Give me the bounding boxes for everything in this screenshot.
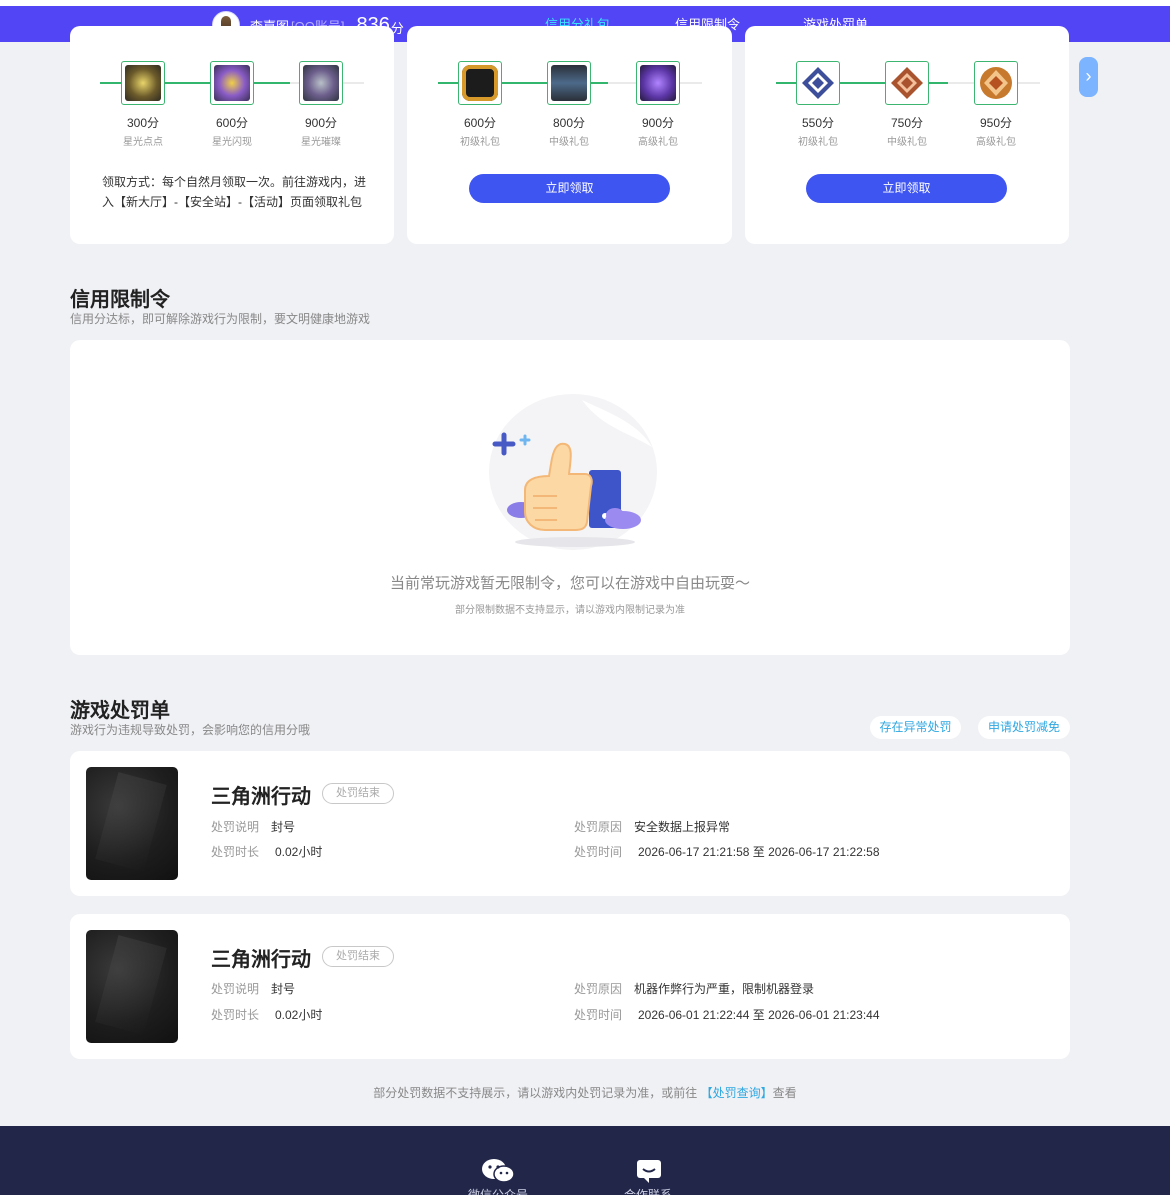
time-value: 2026-06-17 21:21:58 至 2026-06-17 21:22:5… — [638, 845, 880, 859]
gift-item[interactable]: 600分 初级礼包 — [458, 61, 502, 148]
gift-name: 星光璀璨 — [301, 137, 341, 148]
reason-value: 安全数据上报异常 — [634, 820, 731, 834]
gift-thumb — [796, 61, 840, 105]
gift-name: 高级礼包 — [638, 137, 678, 148]
chevron-right-icon[interactable]: › — [1079, 57, 1098, 97]
gift-points: 800分 — [552, 116, 586, 130]
section-subtitle-penalty: 游戏行为违规导致处罚，会影响您的信用分哦 — [70, 723, 311, 737]
gift-points: 600分 — [215, 116, 249, 130]
reason-label: 处罚原因 — [574, 820, 623, 834]
desc-value: 封号 — [271, 982, 296, 996]
gift-thumb — [458, 61, 502, 105]
gift-name: 初级礼包 — [460, 137, 500, 148]
footnote-text: 部分处罚数据不支持展示，请以游戏内处罚记录为准，或前往 — [373, 1086, 698, 1100]
gift-item[interactable]: 800分 中级礼包 — [547, 61, 591, 148]
section-title-penalty: 游戏处罚单 — [70, 700, 170, 722]
gift-thumb — [547, 61, 591, 105]
gift-item[interactable]: 750分 中级礼包 — [885, 61, 929, 148]
penalty-record: 三角洲行动 处罚结束 处罚说明 封号 处罚时长 0.02小时 处罚原因 安全数据… — [70, 751, 1070, 896]
footer: 微信公众号 合作联系 — [0, 1126, 1170, 1195]
time-label: 处罚时间 — [574, 1008, 623, 1022]
section-title-restriction: 信用限制令 — [70, 289, 170, 311]
penalty-record: 三角洲行动 处罚结束 处罚说明 封号 处罚时长 0.02小时 处罚原因 机器作弊… — [70, 914, 1070, 1059]
gift-points: 600分 — [463, 116, 497, 130]
appeal-penalty-button[interactable]: 申请处罚减免 — [978, 716, 1070, 739]
report-abnormal-penalty-button[interactable]: 存在异常处罚 — [870, 716, 961, 739]
duration-label: 处罚时长 — [211, 845, 260, 859]
empty-state-note: 部分限制数据不支持显示，请以游戏内限制记录为准 — [455, 605, 685, 616]
gift-name: 高级礼包 — [976, 137, 1016, 148]
duration-value: 0.02小时 — [275, 1008, 323, 1022]
claim-instructions: 领取方式：每个自然月领取一次。前往游戏内，进入【新大厅】-【安全站】-【活动】页… — [102, 175, 367, 209]
game-cover-image — [86, 767, 178, 880]
gift-name: 初级礼包 — [798, 137, 838, 148]
empty-state-message: 当前常玩游戏暂无限制令，您可以在游戏中自由玩耍～ — [389, 575, 750, 592]
gift-points: 550分 — [801, 116, 835, 130]
game-name: 三角洲行动 — [211, 949, 311, 971]
gift-name: 中级礼包 — [549, 137, 589, 148]
gift-points: 900分 — [304, 116, 338, 130]
desc-label: 处罚说明 — [211, 982, 260, 996]
reason-value: 机器作弊行为严重，限制机器登录 — [634, 982, 815, 996]
footnote-text-end: 查看 — [772, 1086, 797, 1100]
gift-thumb — [974, 61, 1018, 105]
footer-contact-label[interactable]: 合作联系 — [608, 1186, 688, 1195]
status-badge: 处罚结束 — [322, 783, 394, 804]
restriction-panel: 当前常玩游戏暂无限制令，您可以在游戏中自由玩耍～ 部分限制数据不支持显示，请以游… — [70, 340, 1070, 655]
thumbs-up-illustration — [489, 394, 657, 550]
gift-item[interactable]: 300分 星光点点 — [121, 61, 165, 148]
game-cover-image — [86, 930, 178, 1043]
gift-item[interactable]: 900分 星光璀璨 — [299, 61, 343, 148]
gift-points: 900分 — [641, 116, 675, 130]
gift-thumb — [299, 61, 343, 105]
gift-points: 300分 — [126, 116, 160, 130]
claim-button[interactable]: 立即领取 — [806, 174, 1007, 203]
penalty-footnote: 部分处罚数据不支持展示，请以游戏内处罚记录为准，或前往 【处罚查询】查看 — [0, 1084, 1170, 1101]
gift-item[interactable]: 950分 高级礼包 — [974, 61, 1018, 148]
gift-thumb — [121, 61, 165, 105]
gift-item[interactable]: 600分 星光闪现 — [210, 61, 254, 148]
gift-thumb — [636, 61, 680, 105]
game-name: 三角洲行动 — [211, 786, 311, 808]
status-badge: 处罚结束 — [322, 946, 394, 967]
wechat-icon[interactable] — [481, 1158, 515, 1184]
gift-name: 星光点点 — [123, 137, 163, 148]
time-label: 处罚时间 — [574, 845, 623, 859]
gift-name: 星光闪现 — [212, 137, 252, 148]
chat-icon[interactable] — [632, 1158, 666, 1184]
section-subtitle-restriction: 信用分达标，即可解除游戏行为限制，要文明健康地游戏 — [70, 312, 371, 326]
gift-points: 750分 — [890, 116, 924, 130]
gift-card-rank: 550分 初级礼包 750分 中级礼包 950分 高级礼包 立即领取 — [745, 26, 1069, 244]
duration-value: 0.02小时 — [275, 845, 323, 859]
gift-thumb — [210, 61, 254, 105]
time-value: 2026-06-01 21:22:44 至 2026-06-01 21:23:4… — [638, 1008, 880, 1022]
duration-label: 处罚时长 — [211, 1008, 260, 1022]
gift-name: 中级礼包 — [887, 137, 927, 148]
reason-label: 处罚原因 — [574, 982, 623, 996]
desc-value: 封号 — [271, 820, 296, 834]
desc-label: 处罚说明 — [211, 820, 260, 834]
gift-points: 950分 — [979, 116, 1013, 130]
gift-card-monthly: 300分 星光点点 600分 星光闪现 900分 星光璀璨 领取方式：每个自然月… — [70, 26, 394, 244]
gift-card-level: 600分 初级礼包 800分 中级礼包 900分 高级礼包 立即领取 — [407, 26, 732, 244]
gift-item[interactable]: 900分 高级礼包 — [636, 61, 680, 148]
penalty-query-link[interactable]: 【处罚查询】 — [701, 1086, 773, 1100]
gift-thumb — [885, 61, 929, 105]
gift-item[interactable]: 550分 初级礼包 — [796, 61, 840, 148]
footer-wechat-label[interactable]: 微信公众号 — [458, 1186, 538, 1195]
claim-button[interactable]: 立即领取 — [469, 174, 670, 203]
